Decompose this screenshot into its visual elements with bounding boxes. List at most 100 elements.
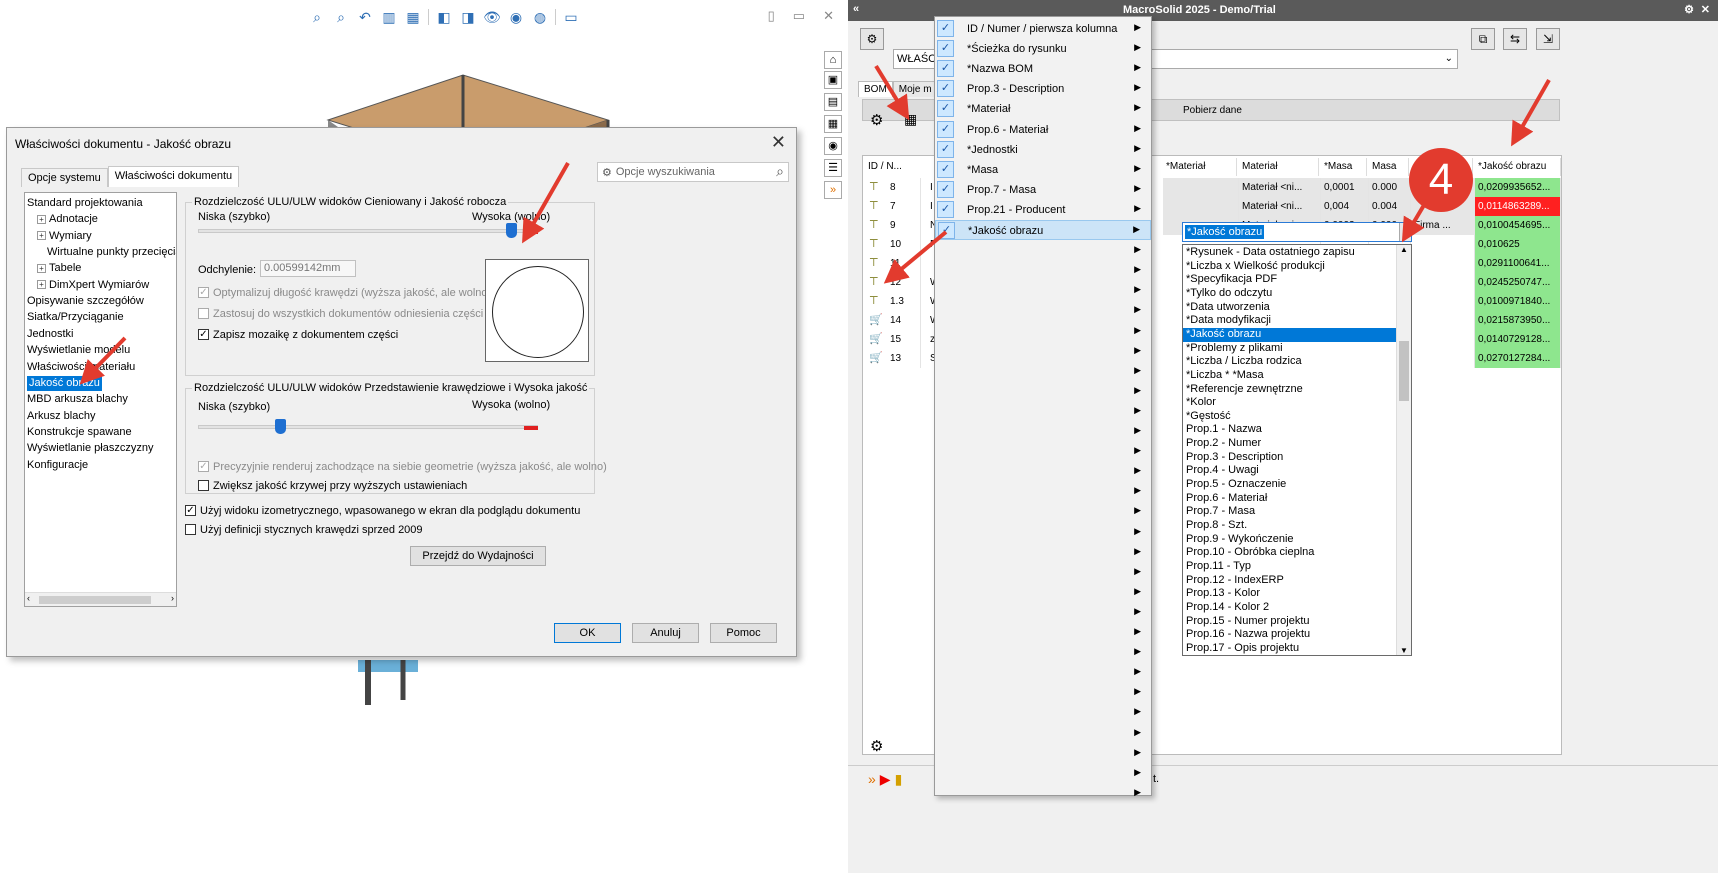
tree-item[interactable]: Opisywanie szczegółów bbox=[27, 294, 144, 309]
menu-item-empty[interactable]: ▶ bbox=[935, 522, 1151, 542]
cancel-button[interactable]: Anuluj bbox=[632, 623, 699, 643]
tab-my[interactable]: Moje m bbox=[892, 81, 938, 97]
dropdown-option[interactable]: Prop.6 - Materiał bbox=[1183, 492, 1398, 506]
dropdown-option[interactable]: *Liczba * *Masa bbox=[1183, 369, 1398, 383]
tree-item[interactable]: MBD arkusza blachy bbox=[27, 392, 128, 407]
dropdown-option[interactable]: Prop.1 - Nazwa bbox=[1183, 423, 1398, 437]
menu-item-empty[interactable]: ▶ bbox=[935, 401, 1151, 421]
column-header[interactable]: *Masa bbox=[1321, 158, 1367, 176]
menu-item-empty[interactable]: ▶ bbox=[935, 260, 1151, 280]
group2-slider-track[interactable] bbox=[198, 425, 538, 429]
gear-icon[interactable]: ⚙ bbox=[1684, 3, 1694, 16]
option-checkbox[interactable]: ✓ bbox=[198, 329, 209, 340]
tree-item[interactable]: Wyświetlanie modelu bbox=[27, 343, 130, 358]
action-button-2[interactable]: ⇆ bbox=[1503, 28, 1527, 50]
menu-item[interactable]: ✓ *Materiał ▶ bbox=[935, 99, 1151, 119]
action-button-1[interactable]: ⧉ bbox=[1471, 28, 1495, 50]
menu-item-empty[interactable]: ▶ bbox=[935, 642, 1151, 662]
dropdown-option[interactable]: Prop.9 - Wykończenie bbox=[1183, 533, 1398, 547]
menu-item[interactable]: ✓ Prop.6 - Materiał ▶ bbox=[935, 120, 1151, 140]
pre2009-checkbox[interactable] bbox=[185, 524, 196, 535]
ok-button[interactable]: OK bbox=[554, 623, 621, 643]
list-icon[interactable]: ☰ bbox=[824, 159, 842, 177]
tree-item[interactable]: + DimXpert Wymiarów bbox=[37, 278, 149, 293]
menu-item-empty[interactable]: ▶ bbox=[935, 341, 1151, 361]
dropdown-option[interactable]: *Problemy z plikami bbox=[1183, 342, 1398, 356]
help-button[interactable]: Pomoc bbox=[710, 623, 777, 643]
dropdown-option[interactable]: *Jakość obrazu bbox=[1183, 327, 1398, 342]
dropdown-option[interactable]: Prop.17 - Opis projektu bbox=[1183, 642, 1398, 655]
group1-slider-thumb[interactable] bbox=[505, 223, 517, 238]
menu-item[interactable]: ✓ *Jednostki ▶ bbox=[935, 140, 1151, 160]
table-columns-icon[interactable]: ▦ bbox=[904, 111, 917, 128]
menu-item-empty[interactable]: ▶ bbox=[935, 582, 1151, 602]
column-header[interactable]: *Materiał bbox=[1163, 158, 1237, 176]
tree-item[interactable]: + Tabele bbox=[37, 261, 81, 276]
dropdown-option[interactable]: Prop.12 - IndexERP bbox=[1183, 574, 1398, 588]
dropdown-option[interactable]: *Data utworzenia bbox=[1183, 301, 1398, 315]
group1-slider-track[interactable] bbox=[198, 229, 538, 233]
menu-item-empty[interactable]: ▶ bbox=[935, 461, 1151, 481]
close-icon[interactable]: ✕ bbox=[771, 132, 786, 153]
menu-item[interactable]: ✓ *Ścieżka do rysunku ▶ bbox=[935, 39, 1151, 59]
option-checkbox[interactable] bbox=[198, 480, 209, 491]
search-options-input[interactable]: ⚙ Opcje wyszukiwania ⌕ bbox=[597, 162, 789, 182]
gear-icon[interactable]: ⚙ bbox=[870, 111, 883, 129]
dropdown-option[interactable]: Prop.2 - Numer bbox=[1183, 437, 1398, 451]
dropdown-option[interactable]: Prop.14 - Kolor 2 bbox=[1183, 601, 1398, 615]
dropdown-option[interactable]: Prop.4 - Uwagi bbox=[1183, 464, 1398, 478]
column-header[interactable]: Masa bbox=[1369, 158, 1409, 176]
menu-item[interactable]: ✓ *Nazwa BOM ▶ bbox=[935, 59, 1151, 79]
tab-system-options[interactable]: Opcje systemu bbox=[21, 168, 108, 187]
dropdown-option[interactable]: Prop.3 - Description bbox=[1183, 451, 1398, 465]
search-icon[interactable]: ⌕ bbox=[776, 163, 784, 180]
tree-horizontal-scrollbar[interactable]: ‹ › bbox=[25, 592, 176, 606]
dropdown-option[interactable]: Prop.7 - Masa bbox=[1183, 505, 1398, 519]
tab-bom[interactable]: BOM bbox=[858, 81, 893, 97]
dropdown-option[interactable]: Prop.5 - Oznaczenie bbox=[1183, 478, 1398, 492]
dropdown-option[interactable]: Prop.11 - Typ bbox=[1183, 560, 1398, 574]
column-header[interactable]: *Jakość obrazu bbox=[1475, 158, 1561, 176]
appearance-icon[interactable]: ◉ bbox=[824, 137, 842, 155]
tree-item[interactable]: Arkusz blachy bbox=[27, 409, 95, 424]
tree-item[interactable]: Jakość obrazu bbox=[27, 375, 102, 391]
menu-item-empty[interactable]: ▶ bbox=[935, 743, 1151, 763]
expand-icon[interactable]: + bbox=[37, 231, 46, 241]
tree-item[interactable]: Siatka/Przyciąganie bbox=[27, 310, 124, 325]
menu-item[interactable]: ✓ Prop.7 - Masa ▶ bbox=[935, 180, 1151, 200]
dropdown-option[interactable]: Prop.15 - Numer projektu bbox=[1183, 615, 1398, 629]
gear-icon[interactable]: ⚙ bbox=[870, 737, 883, 755]
menu-item-empty[interactable]: ▶ bbox=[935, 361, 1151, 381]
menu-item-empty[interactable]: ▶ bbox=[935, 702, 1151, 722]
tree-item[interactable]: + Adnotacje bbox=[37, 212, 98, 227]
iso-view-checkbox[interactable]: ✓ bbox=[185, 505, 196, 516]
menu-item-empty[interactable]: ▶ bbox=[935, 421, 1151, 441]
action-button-3[interactable]: ⇲ bbox=[1536, 28, 1560, 50]
tree-item[interactable]: Konstrukcje spawane bbox=[27, 425, 132, 440]
part-icon[interactable]: ▣ bbox=[824, 71, 842, 89]
menu-item[interactable]: ✓ *Jakość obrazu ▶ bbox=[935, 220, 1151, 240]
dropdown-scrollbar[interactable]: ▲ ▼ bbox=[1396, 245, 1411, 655]
menu-item-empty[interactable]: ▶ bbox=[935, 240, 1151, 260]
menu-item-empty[interactable]: ▶ bbox=[935, 783, 1151, 803]
collapse-icon[interactable]: « bbox=[853, 3, 859, 15]
dropdown-option[interactable]: *Liczba x Wielkość produkcji bbox=[1183, 260, 1398, 274]
menu-item[interactable]: ✓ Prop.21 - Producent ▶ bbox=[935, 200, 1151, 220]
group2-slider-thumb[interactable] bbox=[274, 419, 286, 434]
dropdown-option[interactable]: *Liczba / Liczba rodzica bbox=[1183, 355, 1398, 369]
menu-item[interactable]: ✓ Prop.3 - Description ▶ bbox=[935, 79, 1151, 99]
menu-item-empty[interactable]: ▶ bbox=[935, 662, 1151, 682]
dropdown-option[interactable]: Prop.13 - Kolor bbox=[1183, 587, 1398, 601]
book-icon[interactable]: ▮ bbox=[895, 771, 903, 788]
expand-icon[interactable]: + bbox=[37, 214, 46, 224]
dropdown-option[interactable]: *Rysunek - Data ostatniego zapisu bbox=[1183, 246, 1398, 260]
menu-item-empty[interactable]: ▶ bbox=[935, 481, 1151, 501]
dropdown-option[interactable]: Prop.8 - Szt. bbox=[1183, 519, 1398, 533]
tree-item[interactable]: Konfiguracje bbox=[27, 458, 88, 473]
dropdown-option[interactable]: *Specyfikacja PDF bbox=[1183, 273, 1398, 287]
dropdown-option[interactable]: *Kolor bbox=[1183, 396, 1398, 410]
chevrons-icon[interactable]: » bbox=[868, 771, 876, 788]
dropdown-option[interactable]: *Gęstość bbox=[1183, 410, 1398, 424]
dropdown-option[interactable]: *Tylko do odczytu bbox=[1183, 287, 1398, 301]
youtube-icon[interactable]: ▶ bbox=[880, 771, 891, 788]
